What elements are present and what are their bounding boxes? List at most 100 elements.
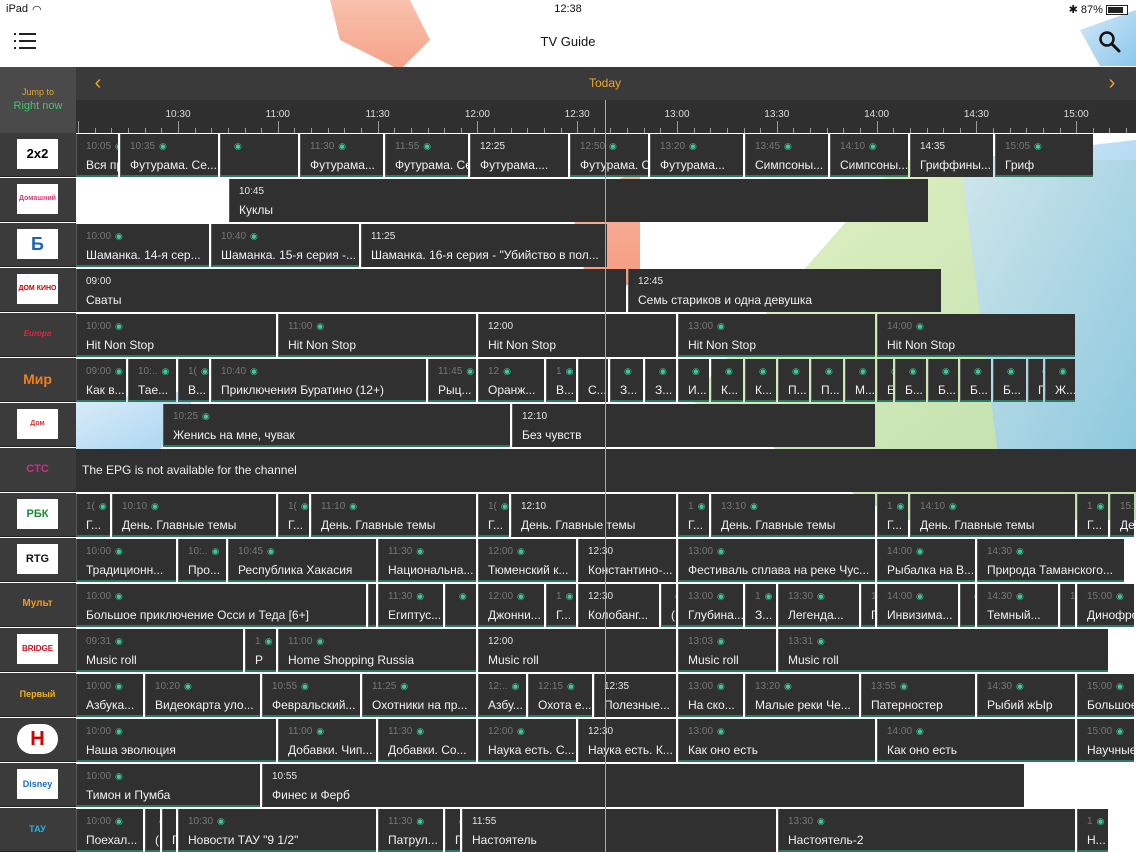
program-block[interactable]: 1 ◉ Г... (877, 494, 908, 537)
program-block[interactable]: 12:10 День. Главные темы (511, 494, 676, 537)
program-block[interactable]: 14:10 ◉ День. Главные темы (910, 494, 1075, 537)
program-block[interactable]: 1 ◉ P (245, 629, 276, 672)
program-block[interactable]: ◉ М... (845, 359, 875, 402)
program-block[interactable]: 12:30 Константино-... (578, 539, 676, 582)
timeline-ruler[interactable]: 10:30 11:00 11:30 12:00 12:30 13:00 13:30 14:00… (76, 100, 1136, 133)
program-block[interactable]: 11:55 Настоятель (462, 809, 776, 852)
program-block[interactable]: ◉ (220, 134, 298, 177)
program-block[interactable]: 12:00 ◉ Джонни... (478, 584, 544, 627)
program-block[interactable]: 1(◉ Г... (478, 494, 509, 537)
program-block[interactable]: 14:10 ◉ Симпсоны... (830, 134, 908, 177)
program-block[interactable]: 14:35 Гриффины... (910, 134, 993, 177)
program-block[interactable]: 12 ◉ Оранж... (478, 359, 544, 402)
program-block[interactable]: 13:20 ◉ Малые реки Че... (745, 674, 859, 717)
channel-row-header[interactable]: Первый (0, 673, 76, 717)
program-block[interactable]: 13:45 ◉ Симпсоны... (745, 134, 828, 177)
program-block[interactable]: 12:25 Футурама.... (470, 134, 568, 177)
channel-row-header[interactable]: RTG (0, 538, 76, 582)
program-block[interactable]: 1 ◉ Г... (678, 494, 709, 537)
program-block[interactable]: 12:00 Hit Non Stop (478, 314, 676, 357)
program-block[interactable]: 10:00 ◉ Hit Non Stop (76, 314, 276, 357)
program-block[interactable]: 11:55◉ Футурама. Се... (385, 134, 468, 177)
program-block[interactable]: ◉ К... (745, 359, 776, 402)
program-block[interactable]: 14:00 ◉ Hit Non Stop (877, 314, 1075, 357)
program-block[interactable]: 13:30 ◉ Настоятель-2 (778, 809, 1075, 852)
program-block[interactable]: 10:10 ◉ День. Главные темы (112, 494, 276, 537)
program-block[interactable]: 1 ◉ Г... (546, 584, 576, 627)
program-block[interactable]: 14:00 ◉ Инвизима... (877, 584, 958, 627)
channel-row-header[interactable]: Домашний (0, 178, 76, 222)
program-block[interactable]: 14:30 ◉ Рыбий жЫр (977, 674, 1075, 717)
program-block[interactable]: 10:00 ◉ Тимон и Пумба (76, 764, 260, 807)
previous-day-chevron-icon[interactable]: ‹ (87, 71, 109, 95)
program-block[interactable]: 12:.. ◉ Азбу... (478, 674, 526, 717)
channel-row-header[interactable]: Дом (0, 403, 76, 447)
program-block[interactable]: 15:00 ◉ Научные (1077, 719, 1134, 762)
program-block[interactable]: ◉Г (1028, 359, 1043, 402)
program-block[interactable]: ◉ Б... (993, 359, 1026, 402)
program-block[interactable]: ◉ (960, 584, 975, 627)
program-block[interactable]: 1 ◉ З... (745, 584, 776, 627)
program-block[interactable]: ◉ (445, 584, 476, 627)
program-block[interactable]: 13:00 ◉ На ско... (678, 674, 743, 717)
program-block[interactable]: 10:40 ◉ Приключения Буратино (12+) (211, 359, 426, 402)
program-block[interactable]: 13:00 ◉ Как оно есть (678, 719, 875, 762)
program-block[interactable]: ◉ Б... (960, 359, 991, 402)
program-block[interactable]: 10:00 ◉ Азбука... (76, 674, 143, 717)
program-block[interactable]: 12:35 Полезные... (594, 674, 676, 717)
program-block[interactable]: 10:30 ◉ Новости ТАУ "9 1/2" (178, 809, 376, 852)
program-block[interactable]: 10:45 Куклы (229, 179, 928, 222)
channel-row-header[interactable]: РБК (0, 493, 76, 537)
program-block[interactable]: 10:00 ◉ Большое приключение Осси и Теда [6… (76, 584, 366, 627)
program-block[interactable]: 10:55 Финес и Ферб (262, 764, 1024, 807)
program-block[interactable]: 11:25 Шаманка. 16-я серия - "Убийство в п… (361, 224, 607, 267)
channel-row-header[interactable]: ДОМ КИНО (0, 268, 76, 312)
program-block[interactable]: 12:00 Music roll (478, 629, 676, 672)
program-block[interactable]: 10:.. ◉ Про... (178, 539, 226, 582)
program-block[interactable]: 15:00 ◉ Динофро (1077, 584, 1134, 627)
program-block[interactable]: 11:00 ◉ Hit Non Stop (278, 314, 476, 357)
program-block[interactable]: 1◉ (1060, 584, 1075, 627)
program-block[interactable]: 13:31 ◉ Music roll (778, 629, 1108, 672)
channel-row-header[interactable]: Б (0, 223, 76, 267)
program-block[interactable]: 15:05 ◉ Гриф (995, 134, 1093, 177)
program-block[interactable]: 10:.. ◉ Тае... (128, 359, 176, 402)
program-block[interactable]: 11:30 ◉ Футурама... (300, 134, 383, 177)
program-block[interactable]: 13:00 ◉ Hit Non Stop (678, 314, 875, 357)
program-block[interactable]: 11:30 ◉ Национальна... (378, 539, 476, 582)
program-block[interactable]: ◉ З... (610, 359, 643, 402)
program-block[interactable]: 13:03 ◉ Music roll (678, 629, 776, 672)
program-block[interactable]: ◉ Ж... (1045, 359, 1075, 402)
channel-row-header[interactable]: CTC love (0, 448, 76, 492)
channel-row-header[interactable]: Disney (0, 763, 76, 807)
program-block[interactable]: С... (578, 359, 608, 402)
program-block[interactable]: 10:00 ◉ Шаманка. 14-я сер... (76, 224, 209, 267)
program-block[interactable]: 10:05◉ Вся правда о... (76, 134, 118, 177)
program-block[interactable]: ◉ Б... (928, 359, 958, 402)
program-block[interactable]: ◉ П... (811, 359, 843, 402)
program-block[interactable]: 12:10 Без чувств (512, 404, 875, 447)
program-block[interactable]: 13:20 ◉ Футурама... (650, 134, 743, 177)
program-block[interactable]: 1(◉ Г... (278, 494, 309, 537)
program-block[interactable]: 1 ◉ Н... (1077, 809, 1108, 852)
channel-row-header[interactable]: Мир (0, 358, 76, 402)
program-block[interactable]: 10:40 ◉ Шаманка. 15-я серия -... (211, 224, 359, 267)
program-block[interactable]: 11:00 ◉ Home Shopping Russia (278, 629, 476, 672)
program-block[interactable]: ◉( (145, 809, 160, 852)
program-block[interactable]: 13:10 ◉ День. Главные темы (711, 494, 875, 537)
channel-row-header[interactable]: Мульт (0, 583, 76, 627)
program-block[interactable]: ◉ Б... (895, 359, 926, 402)
program-block[interactable]: 15:00 ◉ Большое (1077, 674, 1134, 717)
program-block[interactable]: 14:30 ◉ Темный... (977, 584, 1058, 627)
program-block[interactable]: ◉ З... (645, 359, 676, 402)
program-block[interactable]: 12:30 Колобанг... (578, 584, 659, 627)
program-block[interactable]: 12:15 ◉ Охота е... (528, 674, 592, 717)
program-block[interactable]: ◉ (368, 584, 376, 627)
channel-row-header[interactable]: 2x2 (0, 133, 76, 177)
channel-row-header[interactable]: BRIDGE (0, 628, 76, 672)
program-block[interactable]: 10:00 ◉ Поехал... (76, 809, 143, 852)
program-block[interactable]: 1 ◉ В... (546, 359, 576, 402)
program-block[interactable]: 12:00 ◉ Тюменский к... (478, 539, 576, 582)
jump-to-now-button[interactable]: Jump to Right now (0, 67, 76, 133)
program-block[interactable]: 10:00 ◉ Традиционн... (76, 539, 176, 582)
